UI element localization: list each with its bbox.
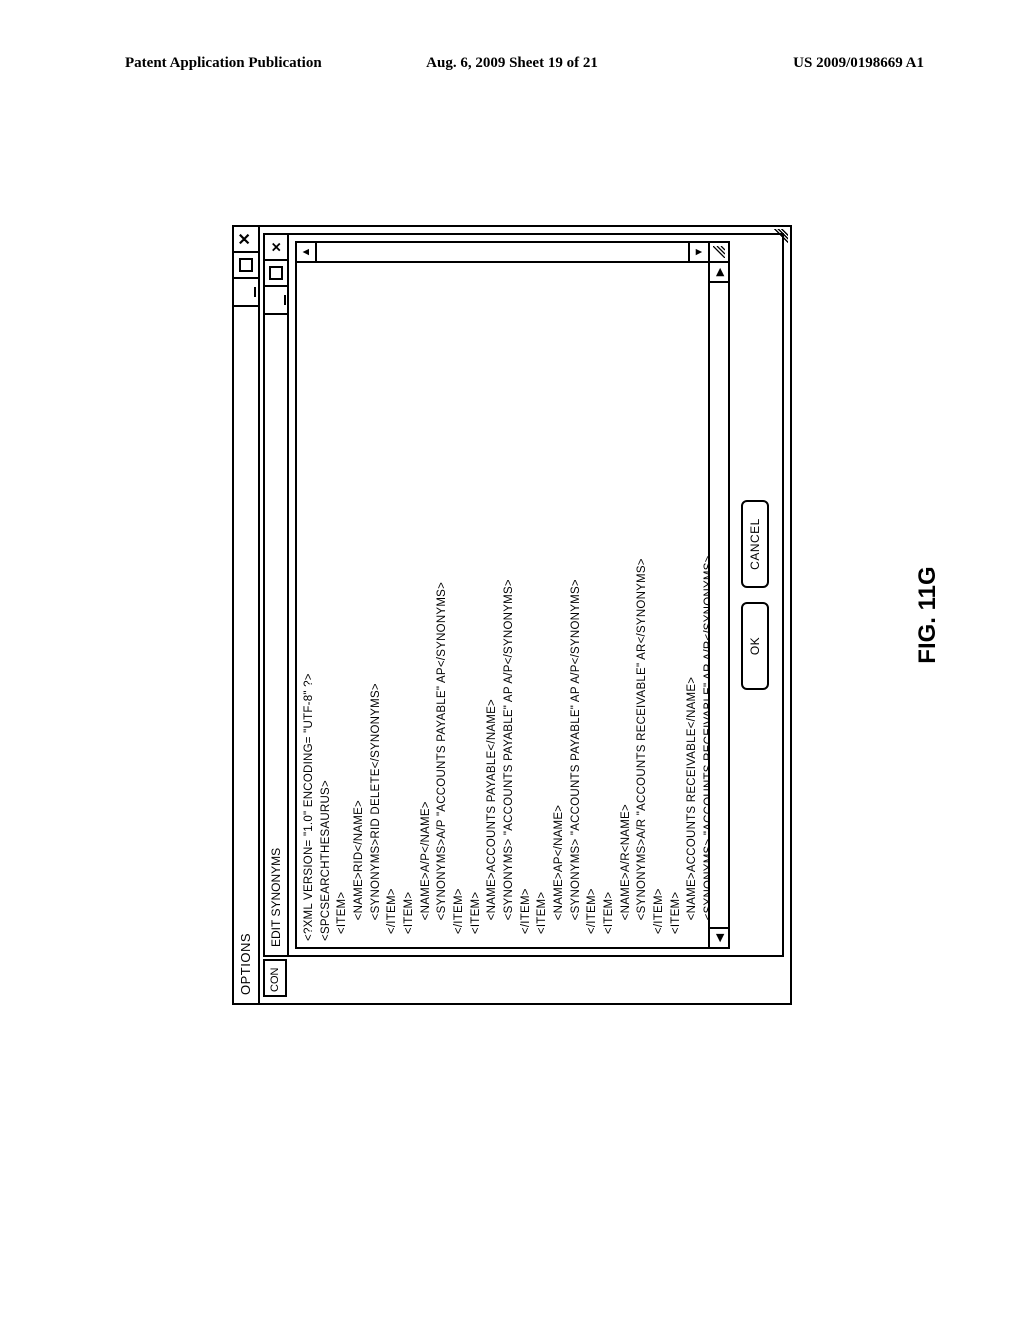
cancel-button[interactable]: CANCEL [741, 500, 769, 588]
scroll-down-icon[interactable]: ▼ [688, 243, 708, 261]
edit-synonyms-window: EDIT SYNONYMS <?XML VERSION= "1.0" ENCOD… [263, 233, 784, 957]
resize-grip-icon[interactable] [708, 243, 728, 263]
close-icon[interactable] [234, 227, 258, 253]
options-title: OPTIONS [234, 307, 258, 1003]
edit-synonyms-title: EDIT SYNONYMS [265, 315, 287, 955]
options-window: OPTIONS CON EDIT SYNONYMS [232, 225, 792, 1005]
dialog-buttons: OK CANCEL [738, 235, 772, 955]
close-icon[interactable] [265, 235, 287, 261]
vertical-scrollbar[interactable]: ▲ ▼ [297, 243, 708, 263]
resize-grip-icon[interactable] [770, 229, 788, 247]
edit-synonyms-window-controls [265, 235, 287, 315]
xml-editor: <?XML VERSION= "1.0" ENCODING= "UTF-8" ?… [295, 241, 730, 949]
scroll-track[interactable] [317, 243, 688, 261]
scroll-track[interactable] [710, 283, 728, 927]
figure-caption: FIG. 11G [914, 566, 942, 663]
scroll-up-icon[interactable]: ▲ [297, 243, 317, 261]
con-tab-stub[interactable]: CON [263, 959, 287, 997]
options-titlebar: OPTIONS [234, 227, 260, 1003]
options-window-controls [234, 227, 258, 307]
scroll-left-icon[interactable]: ◀ [710, 927, 728, 947]
figure-11g: OPTIONS CON EDIT SYNONYMS [122, 335, 902, 895]
scroll-right-icon[interactable]: ▶ [710, 263, 728, 283]
minimize-icon[interactable] [265, 287, 287, 313]
minimize-icon[interactable] [234, 279, 258, 305]
horizontal-scrollbar[interactable]: ◀ ▶ [708, 263, 728, 947]
maximize-icon[interactable] [265, 261, 287, 287]
maximize-icon[interactable] [234, 253, 258, 279]
xml-text[interactable]: <?XML VERSION= "1.0" ENCODING= "UTF-8" ?… [297, 263, 708, 947]
page-header-right: US 2009/0198669 A1 [793, 55, 924, 72]
ok-button[interactable]: OK [741, 602, 769, 690]
edit-synonyms-titlebar: EDIT SYNONYMS [265, 235, 289, 955]
